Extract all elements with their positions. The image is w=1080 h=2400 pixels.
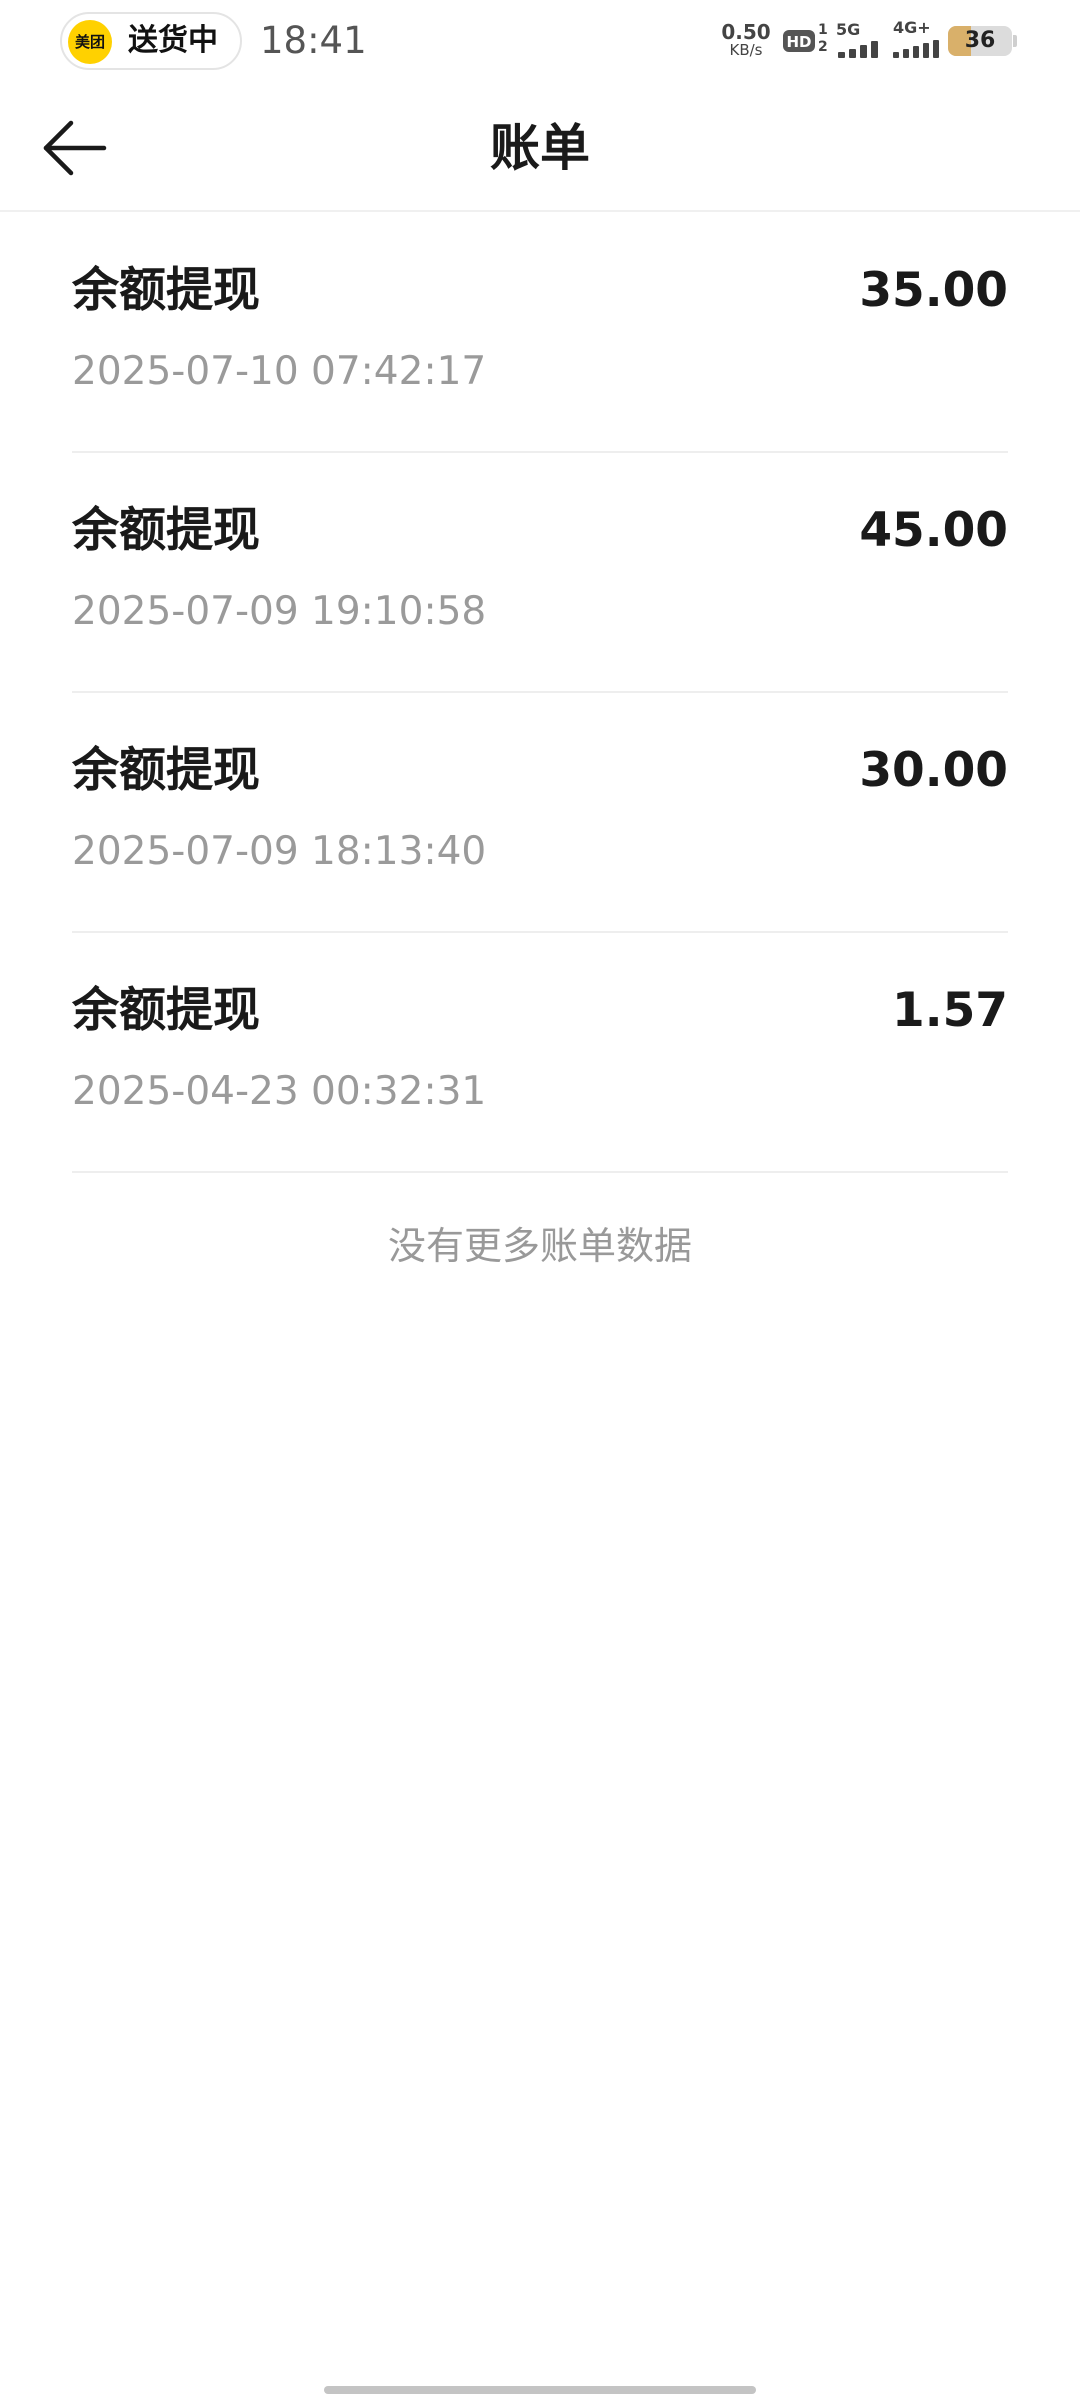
bill-item[interactable]: 余额提现 45.00 2025-07-09 19:10:58 xyxy=(72,455,1008,693)
bill-time: 2025-07-09 18:13:40 xyxy=(72,829,487,874)
network-speed-indicator: 0.50 KB/s xyxy=(720,22,772,58)
signal-4g-icon: 4G+ xyxy=(893,20,941,58)
sim-slot-bottom: 2 xyxy=(818,39,828,55)
back-button[interactable] xyxy=(36,108,116,188)
bill-title: 余额提现 xyxy=(72,743,260,798)
sim-slot-top: 1 xyxy=(818,22,828,38)
meituan-logo-icon: 美团 xyxy=(68,20,112,64)
bill-amount: 30.00 xyxy=(859,743,1008,798)
bill-time: 2025-07-09 19:10:58 xyxy=(72,589,487,634)
nav-bar: 账单 xyxy=(0,84,1080,212)
network-type-4g: 4G+ xyxy=(893,18,931,37)
bill-item[interactable]: 余额提现 30.00 2025-07-09 18:13:40 xyxy=(72,695,1008,933)
network-type-5g: 5G xyxy=(836,20,861,39)
page-title: 账单 xyxy=(490,119,590,177)
battery-icon: 36 xyxy=(948,26,1017,56)
bill-amount: 35.00 xyxy=(859,263,1008,318)
battery-body: 36 xyxy=(948,26,1012,56)
bill-amount: 1.57 xyxy=(892,983,1008,1038)
bill-item[interactable]: 余额提现 1.57 2025-04-23 00:32:31 xyxy=(72,935,1008,1173)
signal-5g-icon: 5G xyxy=(836,22,884,58)
bill-title: 余额提现 xyxy=(72,263,260,318)
bill-title: 余额提现 xyxy=(72,503,260,558)
network-speed-value: 0.50 xyxy=(721,20,771,44)
sim-slot-digits: 1 2 xyxy=(818,22,828,56)
bill-item[interactable]: 余额提现 35.00 2025-07-10 07:42:17 xyxy=(72,215,1008,453)
network-speed-unit: KB/s xyxy=(729,41,763,59)
hd-label: HD xyxy=(786,33,811,51)
bill-time: 2025-07-10 07:42:17 xyxy=(72,349,487,394)
signal-bars-icon xyxy=(893,40,939,58)
hd-voice-icon: HD xyxy=(783,30,815,52)
battery-level: 36 xyxy=(964,28,996,53)
arrow-left-icon xyxy=(43,120,107,176)
no-more-data-text: 没有更多账单数据 xyxy=(387,1224,692,1268)
bill-amount: 45.00 xyxy=(859,503,1008,558)
signal-bars-icon xyxy=(838,41,878,58)
battery-tip xyxy=(1013,35,1017,47)
status-clock: 18:41 xyxy=(260,19,367,62)
delivery-status-pill[interactable]: 美团 送货中 xyxy=(60,12,242,70)
bill-time: 2025-04-23 00:32:31 xyxy=(72,1069,487,1114)
status-bar: 美团 送货中 18:41 0.50 KB/s HD 1 2 5G 4G+ 36 xyxy=(0,0,1080,84)
bill-title: 余额提现 xyxy=(72,983,260,1038)
home-indicator[interactable] xyxy=(324,2386,756,2394)
bill-list: 余额提现 35.00 2025-07-10 07:42:17 余额提现 45.0… xyxy=(72,215,1008,1175)
delivery-status-text: 送货中 xyxy=(128,23,218,58)
